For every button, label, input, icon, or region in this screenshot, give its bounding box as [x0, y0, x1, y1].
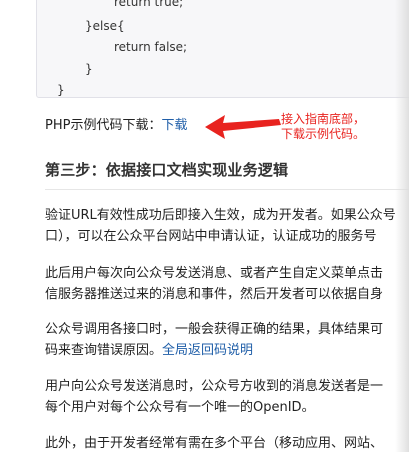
annotation-line: 下载示例代码。 — [281, 127, 366, 141]
paragraph-text: 码来查询错误原因。 — [45, 343, 163, 358]
paragraph: 此外，由于开发者经常有需在多个平台（移动应用、网站、 — [45, 433, 383, 452]
code-line: } — [57, 83, 65, 97]
code-line: return false; — [114, 40, 188, 54]
paragraph-line: 每个用户对每个公众号有一个唯一的OpenID。 — [45, 400, 315, 415]
download-link[interactable]: 下载 — [161, 118, 187, 133]
paragraph-line: 此后用户每次向公众号发送消息、或者产生自定义菜单点击 — [45, 266, 384, 281]
section-heading: 第三步：依据接口文档实现业务逻辑 — [45, 161, 289, 179]
paragraph-line: 验证URL有效性成功后即接入生效，成为开发者。如果公众号 — [45, 208, 396, 223]
code-block: return true; }else{ return false; } } — [36, 0, 409, 98]
code-line: } — [85, 62, 93, 76]
paragraph-line: 公众号调用各接口时，一般会获得正确的结果，具体结果可 — [45, 322, 384, 337]
error-code-link[interactable]: 全局返回码说明 — [162, 343, 253, 358]
paragraph: 验证URL有效性成功后即接入生效，成为开发者。如果公众号 口），可以在公众平台网… — [45, 205, 396, 247]
code-line: return true; — [114, 0, 184, 9]
download-label: PHP示例代码下载： — [45, 118, 162, 133]
red-arrow-icon — [205, 115, 281, 139]
annotation-line: 接入指南底部， — [281, 112, 366, 126]
paragraph-line: 此外，由于开发者经常有需在多个平台（移动应用、网站、 — [45, 436, 384, 451]
paragraph: 公众号调用各接口时，一般会获得正确的结果，具体结果可 码来查询错误原因。全局返回… — [45, 319, 383, 361]
code-line: }else{ — [85, 19, 125, 33]
paragraph-line: 用户向公众号发送消息时，公众号方收到的消息发送者是一 — [45, 379, 384, 394]
paragraph: 用户向公众号发送消息时，公众号方收到的消息发送者是一 每个用户对每个公众号有一个… — [45, 376, 383, 418]
paragraph-line: 口），可以在公众平台网站中申请认证，认证成功的服务号 — [45, 229, 377, 244]
divider — [45, 189, 409, 190]
download-line: PHP示例代码下载：下载 — [45, 117, 187, 135]
page-edge-shadow — [395, 0, 409, 452]
paragraph-line: 信服务器推送过来的消息和事件，然后开发者可以依据自身 — [45, 287, 384, 302]
paragraph-line: 码来查询错误原因。全局返回码说明 — [45, 340, 383, 361]
document-page: return true; }else{ return false; } } PH… — [0, 0, 409, 452]
annotation-note: 接入指南底部， 下载示例代码。 — [281, 112, 365, 142]
paragraph: 此后用户每次向公众号发送消息、或者产生自定义菜单点击 信服务器推送过来的消息和事… — [45, 263, 383, 305]
